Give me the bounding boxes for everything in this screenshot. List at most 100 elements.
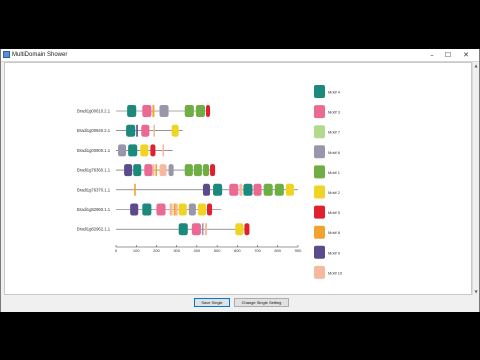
sequence-label: Bradi1g00610.2.1 [77,109,111,114]
motif-box [152,105,155,117]
scroll-up-icon[interactable]: ▲ [473,62,479,69]
close-icon[interactable]: ✕ [459,49,473,61]
sequence-label: Bradi1g82960.1.1 [77,207,111,212]
motif-box [162,144,165,157]
x-tick-label: 700 [254,248,261,253]
sequence-label: Bradi1g00840.2.1 [77,128,111,133]
motif-box [244,223,250,236]
legend-swatch [314,85,325,98]
x-tick-label: 500 [214,248,221,253]
save-single-button[interactable]: Save Single [194,298,230,307]
x-tick-label: 600 [234,248,241,253]
x-tick-label: 300 [173,248,180,253]
motif-box [173,203,176,216]
legend-swatch [314,225,325,239]
legend-swatch [314,245,325,259]
motif-box [207,203,213,216]
motif-box [140,144,149,157]
legend-swatch [314,205,325,219]
legend-label: Motif 3 [328,110,341,115]
motif-box [193,164,202,177]
x-tick-label: 400 [194,248,201,253]
motif-box [118,144,127,157]
motif-box [191,223,201,236]
motif-box [239,183,243,196]
app-window: MultiDomain Shower – ☐ ✕ Bradi1g00610.2.… [0,49,480,312]
motif-box [229,183,239,196]
legend-label: Motif 5 [328,210,341,215]
motif-box [205,105,211,117]
app-icon [3,51,10,58]
legend-swatch [314,145,325,159]
legend-swatch [314,165,325,179]
motif-box [127,105,137,117]
legend-label: Motif 6 [328,150,341,155]
motif-chart: Bradi1g00610.2.1 Bradi1g00840.2.1 Bradi1g0… [77,85,343,279]
motif-box [168,164,174,177]
motif-box [136,124,138,137]
motif-box [159,105,169,117]
legend-label: Motif 8 [328,230,341,235]
motif-box [142,203,152,216]
sequence-label: Bradi1g76370.1.1 [77,187,111,192]
motif-box [152,164,155,177]
motif-box [124,164,133,177]
legend-label: Motif 7 [328,130,341,135]
vertical-scrollbar[interactable]: ▲ ▼ [472,62,479,295]
x-tick-label: 800 [274,248,281,253]
motif-box [204,223,207,236]
motif-box [175,203,178,216]
legend-swatch [314,185,325,199]
motif-box [130,203,139,216]
motif-box [153,124,156,137]
scroll-down-icon[interactable]: ▼ [473,288,479,295]
motif-box [202,183,211,196]
legend-swatch [314,105,325,119]
motif-box [133,164,142,177]
x-tick-label: 200 [153,248,160,253]
motif-box [188,203,196,216]
motif-box [178,203,187,216]
motif-box [274,183,284,196]
change-single-setting-button[interactable]: Change Single Setting [234,298,289,307]
legend-label: Motif 10 [328,270,343,275]
motif-box [184,105,194,117]
motif-box [150,144,156,157]
motif-box [195,105,205,117]
motif-box [243,183,253,196]
maximize-icon[interactable]: ☐ [441,49,455,61]
window-title: MultiDomain Shower [12,52,68,58]
legend-label: Motif 4 [328,90,341,95]
motif-box [141,124,150,137]
motif-box [134,183,136,196]
motif-box [126,124,136,137]
minimize-icon[interactable]: – [425,49,439,61]
sequence-label: Bradi1g82962.1.1 [77,227,111,232]
legend-swatch [314,125,325,139]
motif-box [210,164,216,177]
motif-box [263,183,273,196]
legend-label: Motif 9 [328,250,341,255]
motif-canvas: Bradi1g00610.2.1 Bradi1g00840.2.1 Bradi1g0… [4,62,472,295]
x-tick-label: 900 [295,248,302,253]
motif-box [178,223,188,236]
legend-label: Motif 1 [328,170,341,175]
legend-swatch [314,265,325,279]
motif-box [156,203,166,216]
motif-box [201,223,204,236]
motif-box [142,105,152,117]
title-bar: MultiDomain Shower – ☐ ✕ [1,49,479,62]
motif-box [213,183,223,196]
x-tick-label: 100 [133,248,140,253]
motif-box [285,183,294,196]
motif-box [202,164,210,177]
motif-box [171,124,179,137]
motif-box [197,203,206,216]
motif-box [184,164,193,177]
motif-box [155,164,158,177]
sequence-label: Bradi1g00900.1.1 [77,148,111,153]
sequence-label: Bradi1g76360.1.1 [77,168,111,173]
motif-box [144,164,153,177]
motif-box [169,203,173,216]
motif-box [159,164,167,177]
